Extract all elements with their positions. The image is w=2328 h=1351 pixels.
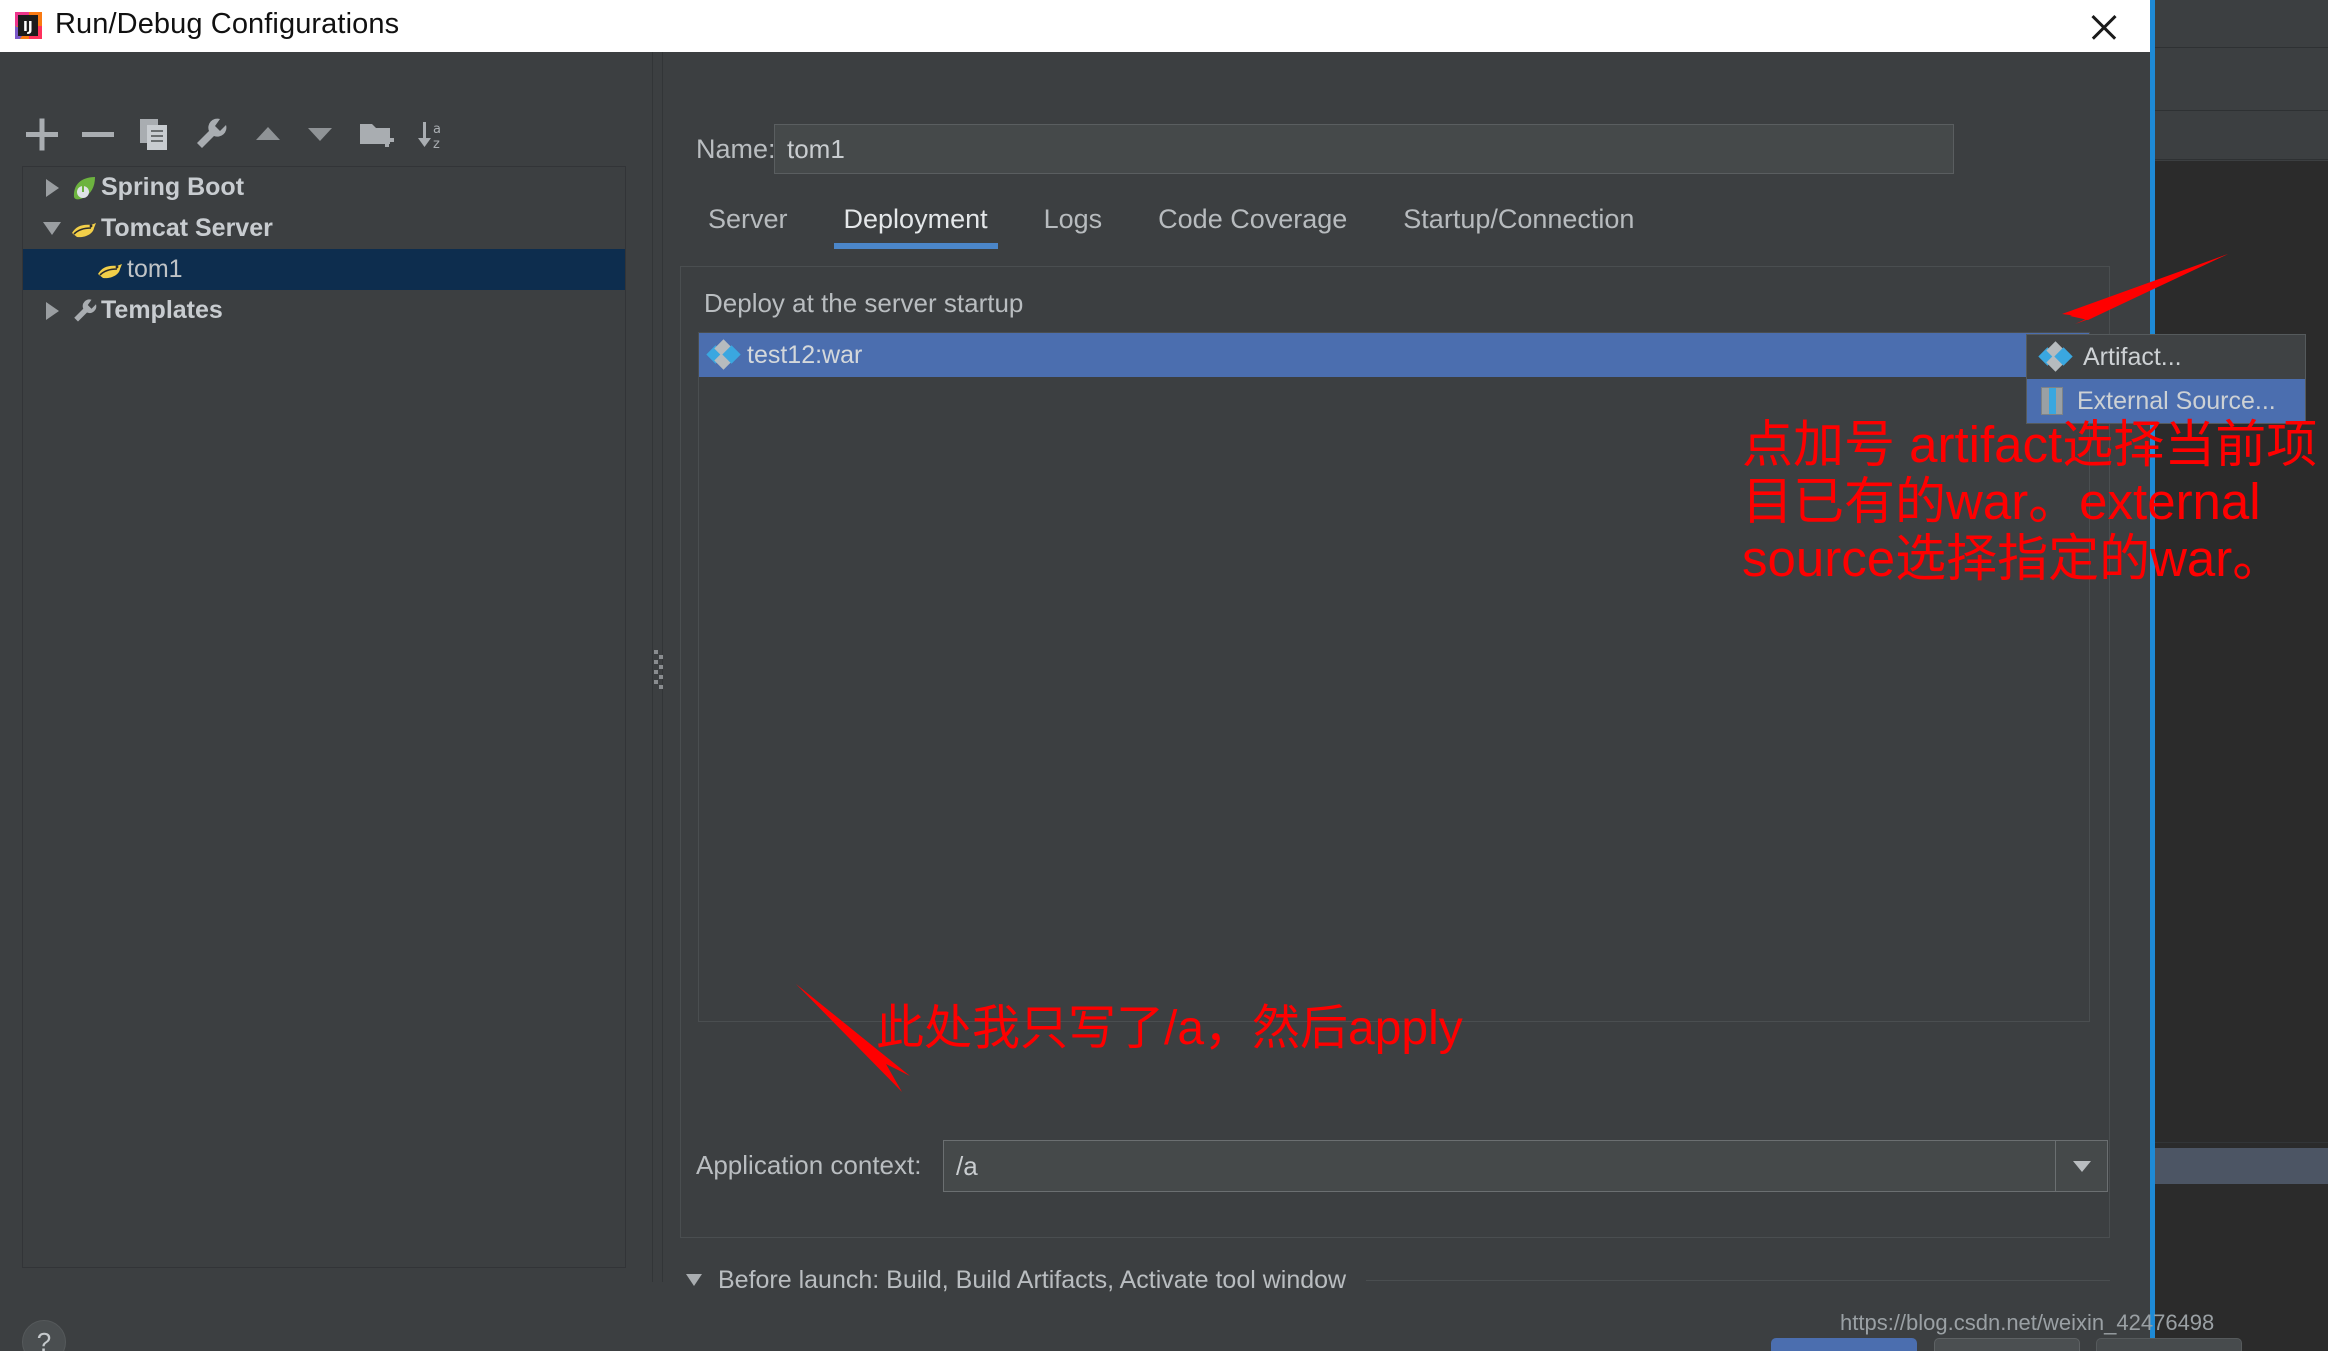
tree-node-templates[interactable]: Templates	[23, 290, 625, 331]
copy-configuration-button[interactable]	[134, 114, 174, 154]
watermark: https://blog.csdn.net/weixin_42476498	[1840, 1310, 2215, 1335]
help-button[interactable]: ?	[22, 1320, 66, 1351]
svg-text:a: a	[433, 122, 441, 137]
list-item-label: test12:war	[747, 340, 863, 369]
tomcat-icon	[93, 257, 127, 283]
configuration-editor-panel: Name: tom1 Share Server Deployment Logs …	[666, 52, 2242, 1351]
chevron-down-icon[interactable]	[2055, 1141, 2107, 1191]
chevron-right-icon[interactable]	[37, 301, 67, 320]
background-toolbar	[2155, 49, 2328, 111]
divider	[1366, 1279, 2110, 1281]
add-deployment-popup-menu[interactable]: Artifact... External Source...	[2026, 334, 2306, 424]
apply-button[interactable]: Apply	[2096, 1338, 2242, 1351]
tree-node-label: Templates	[101, 296, 223, 324]
chevron-down-icon[interactable]	[686, 1274, 702, 1286]
svg-text:IJ: IJ	[23, 20, 33, 35]
name-label: Name:	[696, 134, 776, 164]
artifact-web-icon	[706, 339, 741, 370]
configurations-panel: a z Spring Boot Tomcat Server tom1 Templ…	[0, 52, 648, 1351]
background-menu-bar	[2155, 0, 2328, 48]
tree-node-label: Spring Boot	[101, 173, 245, 201]
dialog-title: Run/Debug Configurations	[55, 8, 400, 40]
tab-startup-connection[interactable]: Startup/Connection	[1375, 200, 1662, 235]
intellij-idea-icon: IJ	[15, 12, 42, 39]
application-context-combobox[interactable]: /a	[943, 1140, 2108, 1192]
splitter-handle[interactable]	[654, 650, 663, 692]
cancel-button[interactable]: Cancel	[1934, 1338, 2080, 1351]
application-context-value: /a	[956, 1151, 978, 1181]
configurations-tree[interactable]: Spring Boot Tomcat Server tom1 Templates	[22, 166, 626, 1268]
menu-item-label: Artifact...	[2083, 342, 2182, 371]
move-down-button[interactable]	[300, 114, 340, 154]
sort-alphabetically-button[interactable]: a z	[412, 114, 452, 154]
application-context-label: Application context:	[696, 1150, 922, 1180]
edit-templates-button[interactable]	[190, 114, 230, 154]
tab-server[interactable]: Server	[680, 200, 816, 235]
wrench-icon	[67, 296, 101, 326]
tab-code-coverage[interactable]: Code Coverage	[1130, 200, 1375, 235]
menu-item-artifact[interactable]: Artifact...	[2027, 335, 2305, 379]
divider	[2155, 1142, 2328, 1143]
list-item[interactable]: test12:war	[699, 333, 2089, 377]
ok-button[interactable]: OK	[1771, 1338, 1917, 1351]
background-navigation-bar	[2155, 112, 2328, 160]
chevron-down-icon[interactable]	[37, 222, 67, 235]
spring-boot-icon	[67, 173, 101, 203]
new-folder-button[interactable]	[356, 114, 396, 154]
external-source-icon	[2041, 387, 2063, 415]
run-debug-configurations-dialog: IJ Run/Debug Configurations a z Spring B…	[0, 0, 2242, 1351]
annotation-main-text: 点加号 artifact选择当前项目已有的war。external source…	[1742, 416, 2318, 588]
add-configuration-button[interactable]	[22, 114, 62, 154]
tab-deployment[interactable]: Deployment	[816, 200, 1016, 249]
dialog-title-bar: IJ Run/Debug Configurations	[0, 0, 2150, 52]
tree-node-tom1[interactable]: tom1	[23, 249, 625, 290]
chevron-right-icon[interactable]	[37, 178, 67, 197]
tree-node-spring-boot[interactable]: Spring Boot	[23, 167, 625, 208]
name-input[interactable]: tom1	[774, 124, 1954, 174]
move-up-button[interactable]	[248, 114, 288, 154]
background-selected-row	[2155, 1148, 2328, 1184]
remove-configuration-button[interactable]	[78, 114, 118, 154]
before-launch-label: Before launch: Build, Build Artifacts, A…	[718, 1265, 1347, 1294]
svg-text:z: z	[433, 137, 440, 152]
tab-logs[interactable]: Logs	[1016, 200, 1131, 235]
panel-splitter[interactable]	[648, 52, 666, 1282]
annotation-bottom-text: 此处我只写了/a，然后apply	[876, 1002, 1463, 1055]
menu-item-label: External Source...	[2077, 386, 2276, 415]
artifact-icon	[2038, 341, 2073, 372]
before-launch-row[interactable]: Before launch: Build, Build Artifacts, A…	[680, 1264, 2110, 1296]
tree-node-tomcat-server[interactable]: Tomcat Server	[23, 208, 625, 249]
tree-node-label: Tomcat Server	[101, 214, 273, 242]
configuration-tabs[interactable]: Server Deployment Logs Code Coverage Sta…	[680, 200, 1662, 256]
deploy-at-startup-label: Deploy at the server startup	[696, 288, 1032, 319]
annotation-arrow-to-plus	[2062, 254, 2228, 324]
close-icon[interactable]	[2085, 8, 2123, 46]
tree-node-label: tom1	[127, 255, 183, 283]
tomcat-icon	[67, 216, 101, 242]
